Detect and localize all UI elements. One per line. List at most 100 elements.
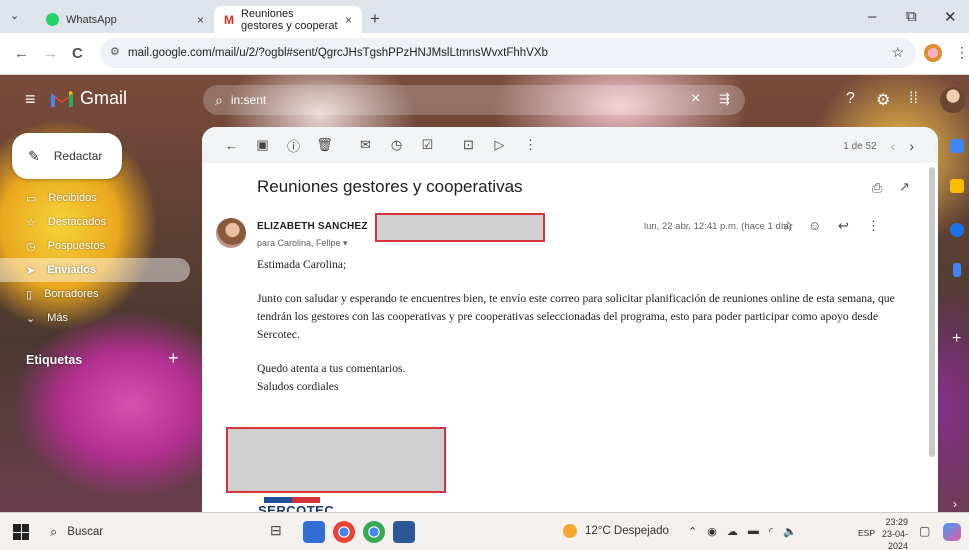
message-subject: Reuniones gestores y cooperativas <box>257 177 523 196</box>
tasks-icon[interactable] <box>950 223 964 237</box>
move-to-icon[interactable]: ⊡ <box>453 137 484 153</box>
whatsapp-icon <box>46 13 59 26</box>
compose-button[interactable]: ✎ Redactar <box>12 133 122 179</box>
windows-start-icon[interactable] <box>13 524 29 540</box>
keep-icon[interactable] <box>950 179 964 193</box>
nav-item-sent[interactable]: ➤ Enviados <box>0 258 190 282</box>
back-to-list-icon[interactable]: ← <box>216 138 247 153</box>
body-paragraph: Junto con saludar y esperando te encuent… <box>257 292 895 341</box>
delete-icon[interactable]: 🗑 <box>309 137 340 153</box>
tab-title: Reuniones gestores y cooperat <box>241 7 338 32</box>
restore-button[interactable]: ⧉ <box>906 8 917 25</box>
forward-button[interactable]: → <box>43 45 58 62</box>
nav-item-more[interactable]: ⌄ Más <box>0 306 190 330</box>
reload-button[interactable]: C <box>72 45 83 62</box>
sender-avatar[interactable] <box>216 218 246 248</box>
main-menu-icon[interactable]: ≡ <box>25 89 36 110</box>
account-avatar[interactable] <box>940 87 966 113</box>
next-page-icon[interactable]: › <box>909 138 914 154</box>
closing-line: Quedo atenta a tus comentarios. <box>257 362 406 375</box>
recipients-dropdown[interactable]: para Carolina, Felipe ▾ <box>257 238 348 249</box>
clock-time: 23:29 <box>885 517 908 527</box>
clock-icon: ◷ <box>26 240 36 253</box>
tab-close-icon[interactable]: × <box>197 13 204 27</box>
task-view-icon[interactable]: ⊟ <box>270 522 282 539</box>
snooze-icon[interactable]: ◷ <box>381 137 412 153</box>
message-scrollbar[interactable] <box>929 167 935 457</box>
closing-line: Saludos cordiales <box>257 380 339 393</box>
close-window-button[interactable]: ✕ <box>944 8 957 26</box>
add-label-button[interactable]: + <box>168 348 179 369</box>
archive-icon[interactable]: ▣ <box>247 137 278 153</box>
volume-icon[interactable]: 🔈 <box>783 525 797 538</box>
new-tab-button[interactable]: + <box>370 9 380 29</box>
contacts-icon[interactable] <box>953 263 961 277</box>
show-hidden-icons-icon[interactable]: ⌃ <box>688 525 697 538</box>
previous-page-icon[interactable]: ‹ <box>891 138 896 154</box>
open-new-window-icon[interactable]: ↗ <box>899 179 910 195</box>
search-icon[interactable]: ⌕ <box>215 92 223 109</box>
nav-item-snoozed[interactable]: ◷ Pospuestos <box>0 234 190 258</box>
tab-gmail-active[interactable]: M Reuniones gestores y cooperat × <box>214 6 362 33</box>
reply-icon[interactable]: ↩ <box>838 218 849 234</box>
chrome-icon[interactable] <box>333 521 355 543</box>
apps-grid-icon[interactable]: ⁞⁞ <box>909 90 918 108</box>
calendar-icon[interactable] <box>950 139 964 153</box>
label-icon[interactable]: ▷ <box>484 137 515 153</box>
nav-item-label: Borradores <box>44 288 99 300</box>
sender-name[interactable]: ELIZABETH SANCHEZ <box>257 221 368 232</box>
search-input[interactable]: in:sent <box>231 93 266 107</box>
search-options-icon[interactable]: ⇶ <box>719 91 730 107</box>
word-icon[interactable] <box>393 521 415 543</box>
notifications-icon[interactable]: ▢ <box>919 524 930 538</box>
clock-date: 23-04-2024 <box>881 529 908 550</box>
report-spam-icon[interactable]: ⓘ <box>278 136 309 155</box>
search-bar[interactable]: ⌕ in:sent × ⇶ <box>203 85 745 115</box>
system-clock[interactable]: 23:29 23-04-2024 <box>868 516 908 550</box>
pagination-text: 1 de 52 <box>843 140 877 152</box>
compose-label: Redactar <box>53 149 103 163</box>
taskbar-search[interactable]: ⌕ Buscar <box>46 519 246 545</box>
help-icon[interactable]: ? <box>846 90 855 108</box>
minimize-button[interactable]: – <box>868 8 876 25</box>
battery-icon[interactable]: ▬ <box>748 525 759 538</box>
expand-side-panel-icon[interactable]: › <box>953 497 957 511</box>
print-icon[interactable]: ⎙ <box>872 180 882 196</box>
message-more-icon[interactable]: ⋮ <box>867 218 880 234</box>
star-message-icon[interactable]: ☆ <box>782 218 794 234</box>
pencil-icon: ✎ <box>28 147 40 164</box>
clear-search-icon[interactable]: × <box>691 90 700 108</box>
site-settings-icon[interactable]: ⚙ <box>110 45 120 58</box>
get-addons-icon[interactable]: + <box>952 330 961 348</box>
browser-toolbar: ← → C ⚙ mail.google.com/mail/u/2/?ogbl#s… <box>0 33 969 75</box>
more-options-icon[interactable]: ⋮ <box>515 137 546 153</box>
weather-widget[interactable]: 12°C Despejado <box>563 524 669 538</box>
tab-search-chevron-icon[interactable]: ⌄ <box>10 9 19 22</box>
add-to-tasks-icon[interactable]: ☑ <box>412 137 443 153</box>
sercotec-logo-text: SERCOTEC <box>258 503 335 512</box>
redacted-signature <box>226 427 446 493</box>
browser-menu-icon[interactable]: ⋮ <box>955 44 969 61</box>
profile-avatar[interactable] <box>924 44 942 62</box>
address-bar[interactable]: ⚙ mail.google.com/mail/u/2/?ogbl#sent/Qg… <box>100 38 916 68</box>
nav-item-inbox[interactable]: ▭ Recibidos <box>0 186 190 210</box>
nav-item-drafts[interactable]: ▯ Borradores <box>0 282 190 306</box>
tab-close-icon[interactable]: × <box>345 13 352 27</box>
nav-item-label: Pospuestos <box>47 240 106 252</box>
onedrive-icon[interactable]: ☁ <box>727 525 738 538</box>
settings-gear-icon[interactable]: ⚙ <box>876 90 890 110</box>
weather-text: 12°C Despejado <box>585 525 669 537</box>
tab-whatsapp[interactable]: WhatsApp × <box>36 6 214 33</box>
record-icon[interactable]: ◉ <box>707 525 717 538</box>
file-explorer-icon[interactable] <box>303 521 325 543</box>
nav-item-starred[interactable]: ☆ Destacados <box>0 210 190 234</box>
emoji-reaction-icon[interactable]: ☺ <box>808 218 821 233</box>
chrome-profile-icon[interactable] <box>363 521 385 543</box>
mark-unread-icon[interactable]: ✉ <box>350 137 381 153</box>
search-icon: ⌕ <box>50 524 58 539</box>
back-button[interactable]: ← <box>14 45 29 62</box>
wifi-icon[interactable]: ◜ <box>769 525 773 538</box>
gmail-logo[interactable]: Gmail <box>50 88 127 109</box>
copilot-icon[interactable] <box>943 523 961 541</box>
bookmark-star-icon[interactable]: ☆ <box>891 44 904 61</box>
